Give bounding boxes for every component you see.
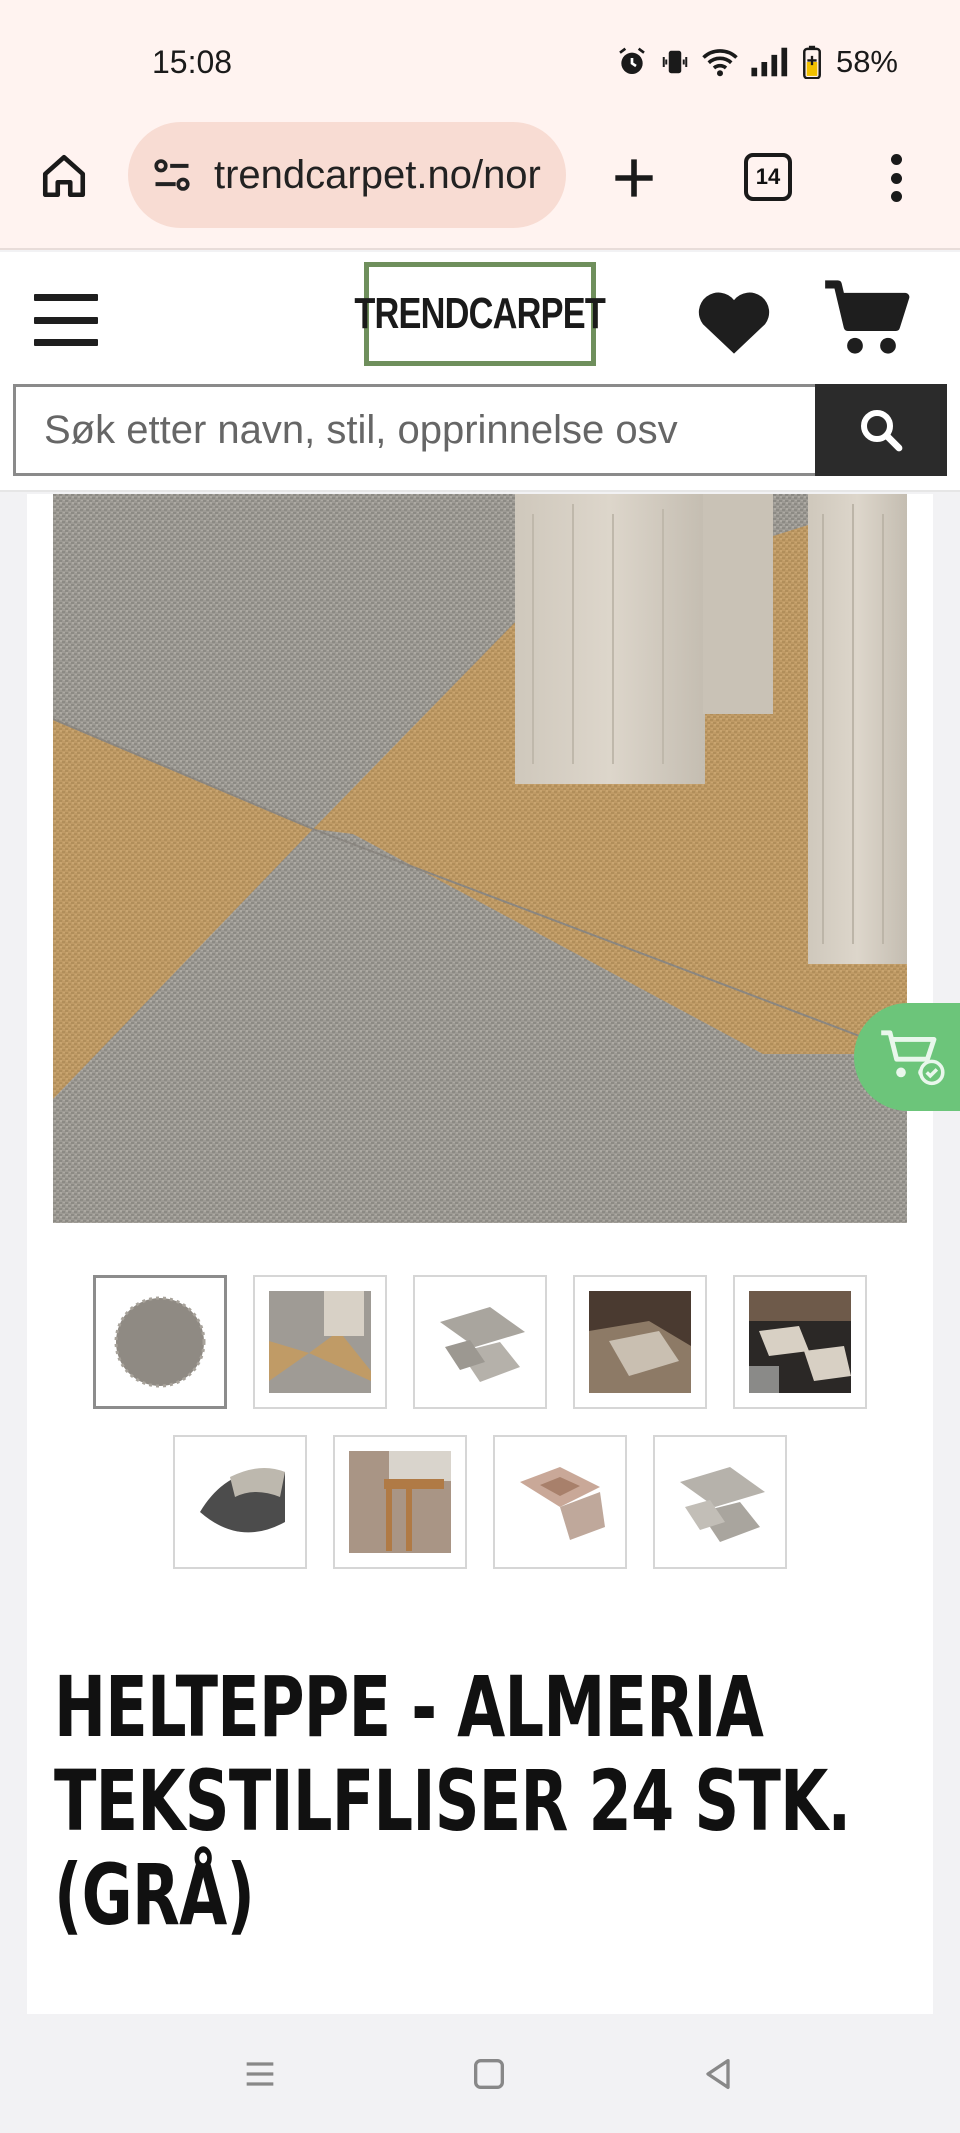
search-icon	[861, 410, 903, 452]
home-nav-button[interactable]	[465, 2050, 513, 2098]
address-bar[interactable]: trendcarpet.no/nor	[128, 122, 566, 228]
floating-cart-button[interactable]	[854, 1003, 960, 1111]
more-icon	[890, 154, 902, 165]
thumbnail-9[interactable]	[653, 1435, 787, 1569]
thumbnail-7[interactable]	[333, 1435, 467, 1569]
battery-percent: 58%	[835, 44, 898, 79]
system-navigation-bar	[0, 2014, 960, 2133]
back-button[interactable]	[694, 2050, 742, 2098]
alarm-icon	[619, 47, 645, 74]
plus-icon	[615, 159, 653, 197]
recents-icon	[246, 2062, 274, 2086]
cart-button[interactable]	[822, 276, 910, 362]
cart-check-icon	[881, 1030, 945, 1086]
vibrate-icon	[662, 50, 688, 74]
browser-menu-button[interactable]	[876, 150, 916, 206]
heart-icon	[698, 292, 770, 354]
home-icon	[42, 154, 86, 198]
hamburger-menu-button[interactable]	[34, 294, 98, 346]
search-button[interactable]	[815, 384, 947, 476]
back-icon	[706, 2059, 730, 2089]
thumbnail-8[interactable]	[493, 1435, 627, 1569]
signal-icon	[751, 47, 788, 77]
battery-icon	[802, 45, 821, 79]
home-nav-icon	[474, 2059, 504, 2089]
product-title: HELTEPPE - ALMERIA TEKSTILFLISER 24 STK.…	[54, 1658, 851, 1944]
site-logo[interactable]: TRENDCARPET	[355, 262, 606, 366]
status-time: 15:08	[152, 44, 233, 80]
new-tab-button[interactable]	[606, 150, 662, 206]
browser-home-button[interactable]	[36, 148, 92, 204]
thumbnail-6[interactable]	[173, 1435, 307, 1569]
status-bar: 15:08 58%	[0, 0, 960, 120]
browser-toolbar: trendcarpet.no/nor 14	[0, 120, 960, 250]
recents-button[interactable]	[236, 2050, 284, 2098]
wishlist-button[interactable]	[696, 288, 772, 356]
status-icons: 58%	[616, 44, 898, 80]
site-header: TRENDCARPET	[0, 252, 960, 492]
tune-icon[interactable]	[150, 153, 194, 197]
url-text: trendcarpet.no/nor	[214, 152, 541, 197]
thumbnail-1[interactable]	[93, 1275, 227, 1409]
tab-count: 14	[755, 164, 781, 189]
product-main-image[interactable]	[53, 494, 907, 1223]
search-input[interactable]	[13, 384, 815, 476]
thumbnail-4[interactable]	[573, 1275, 707, 1409]
tabs-button[interactable]: 14	[744, 153, 792, 201]
cart-icon	[825, 280, 910, 354]
thumbnail-5[interactable]	[733, 1275, 867, 1409]
wifi-icon	[702, 49, 738, 77]
thumbnail-3[interactable]	[413, 1275, 547, 1409]
search-bar	[13, 384, 947, 476]
hamburger-icon	[34, 294, 98, 301]
thumbnail-2[interactable]	[253, 1275, 387, 1409]
